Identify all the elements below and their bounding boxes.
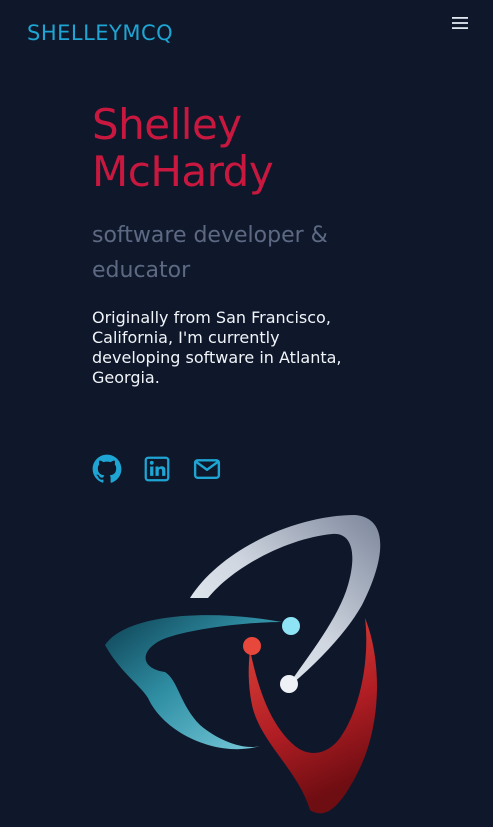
art-dot-cyan [282, 617, 300, 635]
name-last: McHardy [92, 147, 274, 196]
art-dot-white [280, 675, 298, 693]
page-title: Shelley McHardy [92, 100, 274, 196]
bio-text: Originally from San Francisco, Californi… [92, 308, 382, 388]
site-logo[interactable]: SHELLEYMCQ [27, 20, 173, 46]
art-dot-red [243, 637, 261, 655]
hamburger-menu-icon [452, 17, 468, 29]
tagline-line-1: software developer & [92, 223, 328, 248]
tagline-line-2: educator [92, 258, 191, 283]
menu-button[interactable] [449, 12, 471, 34]
name-first: Shelley [92, 100, 242, 149]
bio-line: developing software in Atlanta, [92, 348, 342, 367]
bio-line: Originally from San Francisco, [92, 308, 331, 327]
bio-line: Georgia. [92, 368, 160, 387]
github-icon [92, 454, 122, 483]
art-blade-red [248, 618, 377, 814]
email-icon [193, 459, 221, 479]
art-blade-gray [190, 515, 381, 690]
linkedin-link[interactable] [142, 454, 172, 484]
bio-line: California, I'm currently [92, 328, 280, 347]
triquetra-logo-art [105, 515, 381, 814]
email-link[interactable] [192, 454, 222, 484]
github-link[interactable] [92, 454, 122, 484]
linkedin-icon [144, 456, 170, 482]
tagline: software developer & educator [92, 218, 392, 288]
social-links [92, 454, 242, 484]
